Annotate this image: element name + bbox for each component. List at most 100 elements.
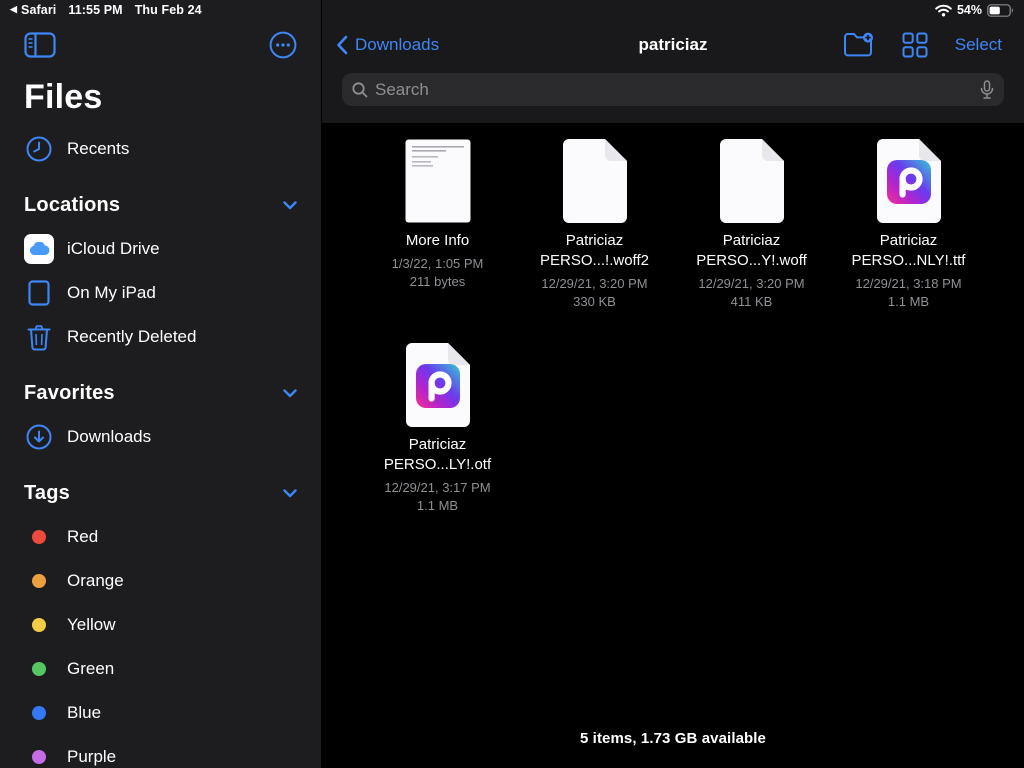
picsart-font-document-icon <box>406 343 470 427</box>
sidebar-item-label: Green <box>67 659 114 679</box>
download-circle-icon <box>24 424 54 450</box>
back-to-app-button[interactable]: ◀ Safari <box>10 3 56 17</box>
wifi-icon <box>935 4 952 17</box>
sidebar-item-recently-deleted[interactable]: Recently Deleted <box>0 315 321 359</box>
tag-dot-icon <box>24 574 54 588</box>
sidebar-item-label: iCloud Drive <box>67 239 160 259</box>
section-label: Favorites <box>24 382 115 405</box>
sidebar-item-label: Recently Deleted <box>67 327 196 347</box>
sidebar-item-icloud-drive[interactable]: iCloud Drive <box>0 227 321 271</box>
ipad-icon <box>24 279 54 307</box>
sidebar-item-downloads[interactable]: Downloads <box>0 415 321 459</box>
sidebar-item-on-my-ipad[interactable]: On My iPad <box>0 271 321 315</box>
chevron-down-icon <box>283 201 297 210</box>
sidebar-header <box>0 20 321 70</box>
tag-dot-icon <box>24 662 54 676</box>
sidebar-item-tag-green[interactable]: Green <box>0 647 321 691</box>
file-date: 12/29/21, 3:18 PM <box>855 275 961 293</box>
back-button[interactable]: Downloads <box>336 35 439 55</box>
file-grid: More Info 1/3/22, 1:05 PM 211 bytes Patr… <box>322 123 1024 547</box>
main-pane: Downloads patriciaz <box>321 0 1024 768</box>
chevron-down-icon <box>283 489 297 498</box>
text-document-icon <box>405 139 471 223</box>
status-date: Thu Feb 24 <box>135 3 202 17</box>
battery-icon <box>987 4 1014 17</box>
section-label: Locations <box>24 194 120 217</box>
sidebar-section-locations[interactable]: Locations <box>0 183 321 227</box>
sidebar-item-label: Yellow <box>67 615 116 635</box>
sidebar-item-tag-purple[interactable]: Purple <box>0 735 321 768</box>
file-date: 12/29/21, 3:17 PM <box>384 479 490 497</box>
icloud-drive-icon <box>24 234 54 264</box>
back-app-label: Safari <box>21 3 56 17</box>
sidebar-item-tag-orange[interactable]: Orange <box>0 559 321 603</box>
tag-dot-icon <box>24 750 54 764</box>
file-name: Patriciaz PERSO...LY!.otf <box>364 435 512 475</box>
sidebar-item-label: Purple <box>67 747 116 767</box>
app-title: Files <box>0 70 321 127</box>
file-name: Patriciaz PERSO...Y!.woff <box>678 231 826 271</box>
battery-percent: 54% <box>957 3 982 17</box>
status-left: ◀ Safari 11:55 PM Thu Feb 24 <box>10 3 202 17</box>
status-bar: ◀ Safari 11:55 PM Thu Feb 24 54% <box>0 0 1024 20</box>
section-label: Tags <box>24 482 70 505</box>
navigation-bar: Downloads patriciaz <box>322 20 1024 70</box>
back-button-label: Downloads <box>355 35 439 55</box>
blank-document-icon <box>563 139 627 223</box>
tag-dot-icon <box>24 618 54 632</box>
sidebar-item-label: Red <box>67 527 98 547</box>
file-name: Patriciaz PERSO...NLY!.ttf <box>835 231 983 271</box>
sidebar-item-tag-yellow[interactable]: Yellow <box>0 603 321 647</box>
file-size: 1.1 MB <box>888 293 929 311</box>
file-date: 12/29/21, 3:20 PM <box>698 275 804 293</box>
file-name: Patriciaz PERSO...!.woff2 <box>521 231 669 271</box>
sidebar-section-favorites[interactable]: Favorites <box>0 371 321 415</box>
sidebar: Files Recents Locations <box>0 0 321 768</box>
clock-time: 11:55 PM <box>68 3 122 17</box>
file-item[interactable]: Patriciaz PERSO...!.woff2 12/29/21, 3:20… <box>516 139 673 343</box>
sidebar-item-recents[interactable]: Recents <box>0 127 321 171</box>
grid-view-icon[interactable] <box>902 32 928 58</box>
more-options-icon[interactable] <box>269 31 297 59</box>
tag-dot-icon <box>24 530 54 544</box>
file-browser-content: More Info 1/3/22, 1:05 PM 211 bytes Patr… <box>322 123 1024 768</box>
search-input[interactable] <box>375 80 980 100</box>
file-item[interactable]: Patriciaz PERSO...NLY!.ttf 12/29/21, 3:1… <box>830 139 987 343</box>
file-item[interactable]: More Info 1/3/22, 1:05 PM 211 bytes <box>359 139 516 343</box>
file-date: 1/3/22, 1:05 PM <box>392 255 484 273</box>
file-date: 12/29/21, 3:20 PM <box>541 275 647 293</box>
dictation-mic-icon[interactable] <box>980 80 994 100</box>
sidebar-item-tag-red[interactable]: Red <box>0 515 321 559</box>
picsart-logo <box>416 364 460 408</box>
file-size: 1.1 MB <box>417 497 458 515</box>
sidebar-item-tag-blue[interactable]: Blue <box>0 691 321 735</box>
new-folder-icon[interactable] <box>843 32 875 58</box>
sidebar-item-label: On My iPad <box>67 283 156 303</box>
picsart-logo <box>887 160 931 204</box>
file-item[interactable]: Patriciaz PERSO...LY!.otf 12/29/21, 3:17… <box>359 343 516 547</box>
file-size: 330 KB <box>573 293 616 311</box>
trash-icon <box>24 324 54 351</box>
file-size: 211 bytes <box>410 273 465 291</box>
search-icon <box>352 82 368 98</box>
sidebar-item-label: Recents <box>67 139 129 159</box>
chevron-left-icon <box>336 35 348 55</box>
sidebar-item-label: Blue <box>67 703 101 723</box>
tag-dot-icon <box>24 706 54 720</box>
chevron-down-icon <box>283 389 297 398</box>
status-right: 54% <box>935 3 1014 17</box>
sidebar-section-tags[interactable]: Tags <box>0 471 321 515</box>
files-app-window: ◀ Safari 11:55 PM Thu Feb 24 54% <box>0 0 1024 768</box>
clock-icon <box>24 136 54 162</box>
sidebar-item-label: Orange <box>67 571 124 591</box>
sidebar-item-label: Downloads <box>67 427 151 447</box>
search-bar[interactable] <box>342 73 1004 106</box>
picsart-font-document-icon <box>877 139 941 223</box>
select-button[interactable]: Select <box>955 35 1002 55</box>
file-size: 411 KB <box>731 293 773 311</box>
toggle-sidebar-icon[interactable] <box>24 32 56 58</box>
blank-document-icon <box>720 139 784 223</box>
toolbar-actions: Select <box>843 32 1024 58</box>
back-triangle-icon: ◀ <box>10 4 17 15</box>
file-item[interactable]: Patriciaz PERSO...Y!.woff 12/29/21, 3:20… <box>673 139 830 343</box>
